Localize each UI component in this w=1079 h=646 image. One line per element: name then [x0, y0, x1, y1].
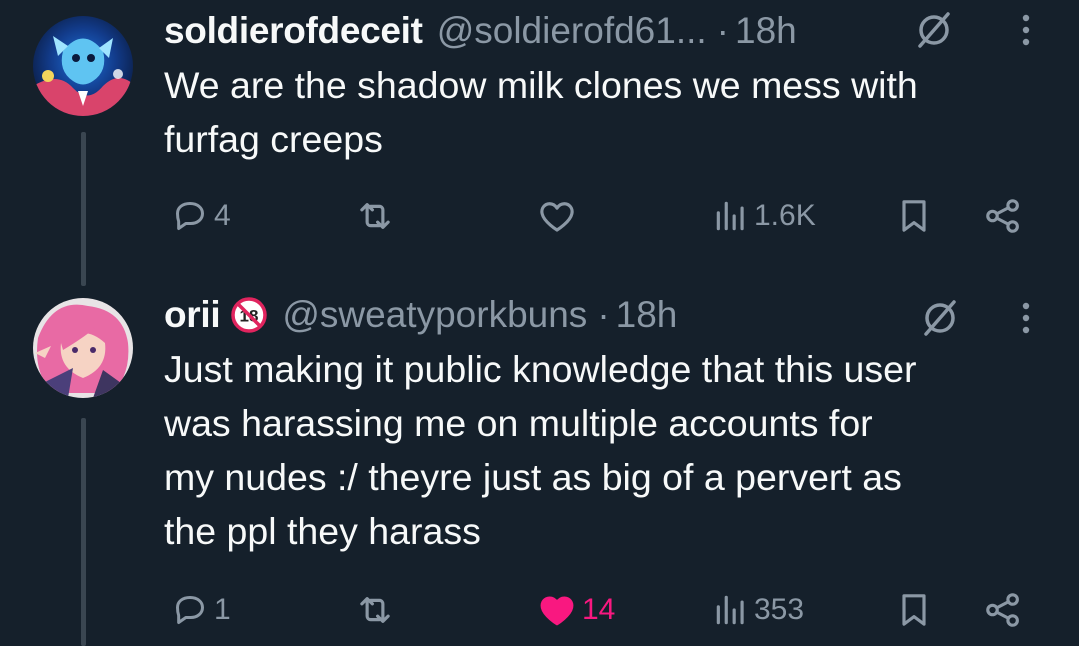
grok-icon[interactable] — [912, 8, 956, 52]
share-button[interactable] — [982, 580, 1024, 640]
display-name[interactable]: soldierofdeceit — [164, 10, 423, 52]
user-handle[interactable]: @sweatyporkbuns — [282, 294, 587, 336]
views-icon — [712, 590, 750, 630]
reply-count: 1 — [214, 593, 231, 626]
bookmark-icon — [894, 588, 934, 632]
separator-dot: · — [597, 294, 610, 335]
grok-icon[interactable] — [918, 296, 962, 340]
age-restriction-badge-icon: 18 — [230, 296, 268, 334]
more-icon[interactable] — [1016, 296, 1036, 340]
tweet-text: Just making it public knowledge that thi… — [164, 348, 917, 552]
more-icon[interactable] — [1016, 8, 1036, 52]
bookmark-icon — [894, 194, 934, 238]
bookmark-button[interactable] — [894, 186, 934, 246]
reply-icon — [170, 196, 210, 236]
views-icon — [712, 196, 750, 236]
reply-button[interactable]: 1 — [170, 580, 231, 640]
repost-button[interactable] — [354, 186, 396, 246]
repost-button[interactable] — [354, 580, 396, 640]
like-icon — [536, 195, 578, 237]
reply-count: 4 — [214, 199, 231, 232]
like-count: 14 — [582, 593, 616, 626]
timestamp[interactable]: 18h — [735, 10, 797, 52]
repost-icon — [354, 589, 396, 631]
user-handle[interactable]: @soldierofd61... — [437, 10, 707, 52]
repost-icon — [354, 195, 396, 237]
view-count: 1.6K — [754, 199, 816, 232]
like-button[interactable] — [536, 186, 578, 246]
like-icon — [536, 589, 578, 631]
action-bar: 1 14 353 — [0, 580, 1079, 640]
views-button[interactable]: 353 — [712, 580, 804, 640]
views-button[interactable]: 1.6K — [712, 186, 816, 246]
share-icon — [982, 195, 1024, 237]
timestamp[interactable]: 18h — [616, 294, 678, 336]
share-icon — [982, 589, 1024, 631]
tweet-1[interactable]: soldierofdeceit @soldierofd61... · 18h W… — [0, 0, 1079, 280]
avatar[interactable] — [33, 298, 133, 398]
share-button[interactable] — [982, 186, 1024, 246]
display-name[interactable]: orii — [164, 294, 221, 336]
reply-button[interactable]: 4 — [170, 186, 231, 246]
reply-icon — [170, 590, 210, 630]
tweet-text: We are the shadow milk clones we mess wi… — [164, 64, 918, 160]
tweet-2[interactable]: orii 18 @sweatyporkbuns · 18h Just makin… — [0, 286, 1079, 646]
separator-dot: · — [716, 10, 729, 51]
action-bar: 4 1.6K — [0, 186, 1079, 246]
like-button[interactable]: 14 — [536, 580, 615, 640]
bookmark-button[interactable] — [894, 580, 934, 640]
view-count: 353 — [754, 593, 805, 626]
avatar[interactable] — [33, 16, 133, 116]
